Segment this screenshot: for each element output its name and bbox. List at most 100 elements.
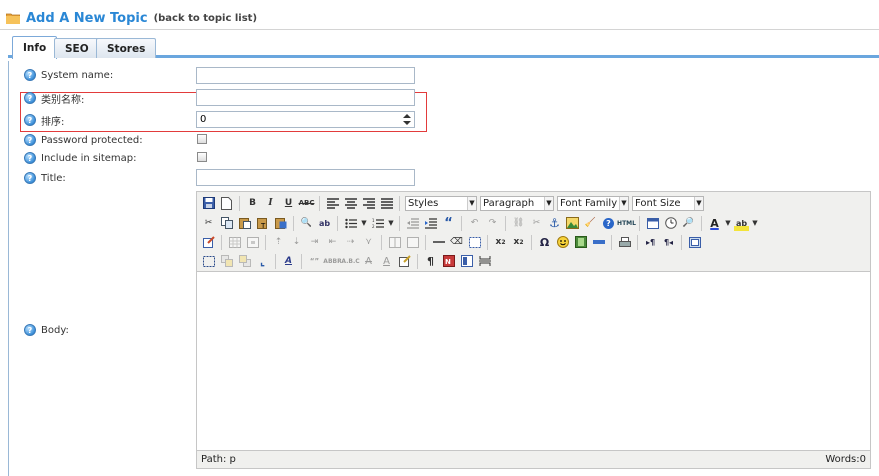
find-replace-icon[interactable]: ab [317,216,332,231]
delete-row-icon[interactable]: ⇥ [307,235,322,250]
merge-cells-icon[interactable] [405,235,420,250]
print-icon[interactable] [617,235,632,250]
align-left-icon[interactable] [325,196,340,211]
align-right-icon[interactable] [361,196,376,211]
delete-col-icon[interactable]: ⋎ [361,235,376,250]
underline-icon[interactable]: U [281,196,296,211]
help-icon[interactable]: ? [601,216,616,231]
tab-info[interactable]: Info [12,36,58,59]
paste-from-word-icon[interactable] [273,216,288,231]
bold-icon[interactable]: B [245,196,260,211]
outdent-icon[interactable] [405,216,420,231]
insert-row-after-icon[interactable]: ⇣ [289,235,304,250]
insert-date-icon[interactable] [645,216,660,231]
link-icon[interactable]: ⛓ [511,216,526,231]
template-icon[interactable] [459,254,474,269]
format-dropdown[interactable]: Paragraph ▼ [480,195,554,211]
deletion-icon[interactable]: A [361,254,376,269]
show-blocks-icon[interactable]: ¶ [423,254,438,269]
chevron-down-icon[interactable]: ▼ [752,216,758,231]
insert-col-after-icon[interactable]: ⇢ [343,235,358,250]
font-family-dropdown[interactable]: Font Family ▼ [557,195,629,211]
bullet-list-icon[interactable] [343,216,358,231]
image-icon[interactable] [565,216,580,231]
move-backward-icon[interactable] [237,254,252,269]
align-center-icon[interactable] [343,196,358,211]
help-icon[interactable]: ? [24,134,36,146]
font-size-dropdown[interactable]: Font Size ▼ [632,195,704,211]
category-name-input[interactable] [196,89,415,106]
help-icon[interactable]: ? [24,172,36,184]
spinner-arrows-icon[interactable] [402,113,412,126]
cell-props-icon[interactable] [245,235,260,250]
attributes-icon[interactable] [397,254,412,269]
visual-aid-icon[interactable] [467,235,482,250]
back-to-topic-list-link[interactable]: (back to topic list) [154,13,257,24]
numbered-list-icon[interactable]: 12 [370,216,385,231]
cut-icon[interactable]: ✂ [201,216,216,231]
html-source-button[interactable]: HTML [617,216,636,231]
split-cells-icon[interactable] [387,235,402,250]
strikethrough-icon[interactable]: ABC [299,196,315,211]
style-props-icon[interactable]: A [281,254,296,269]
chevron-down-icon[interactable]: ▼ [361,216,367,231]
paste-icon[interactable] [237,216,252,231]
system-name-input[interactable] [196,67,415,84]
text-color-icon[interactable]: A [707,216,722,231]
insert-col-before-icon[interactable]: ⇤ [325,235,340,250]
special-char-icon[interactable]: Ω [537,235,552,250]
undo-icon[interactable]: ↶ [467,216,482,231]
tab-stores[interactable]: Stores [96,38,157,58]
find-icon[interactable]: 🔍 [299,216,314,231]
paste-as-text-icon[interactable]: T [255,216,270,231]
insert-row-before-icon[interactable]: ⇡ [271,235,286,250]
help-icon[interactable]: ? [24,92,36,104]
table-props-icon[interactable] [227,235,242,250]
nonbreaking-space-icon[interactable]: N [441,254,456,269]
redo-icon[interactable]: ↷ [485,216,500,231]
absolute-position-icon[interactable]: ⌞ [255,254,270,269]
styles-dropdown[interactable]: Styles ▼ [405,195,477,211]
edit-css-icon[interactable] [201,235,216,250]
save-icon[interactable] [201,196,216,211]
page-break-icon[interactable] [591,235,606,250]
subscript-icon[interactable]: x2 [493,235,508,250]
align-justify-icon[interactable] [379,196,394,211]
sort-order-stepper[interactable]: 0 [196,111,415,128]
acronym-icon[interactable]: A.B.C [341,254,359,269]
abbreviation-icon[interactable]: ABBR [323,254,341,269]
help-icon[interactable]: ? [24,69,36,81]
tab-seo[interactable]: SEO [54,38,100,58]
unlink-icon[interactable]: ✂ [529,216,544,231]
remove-format-icon[interactable]: ⌫ [449,235,464,250]
italic-icon[interactable]: I [263,196,278,211]
anchor-icon[interactable]: ⚓ [547,216,562,231]
copy-icon[interactable] [219,216,234,231]
insert-time-icon[interactable] [663,216,678,231]
media-icon[interactable] [573,235,588,250]
help-icon[interactable]: ? [24,152,36,164]
new-document-icon[interactable] [219,196,234,211]
superscript-icon[interactable]: x2 [511,235,526,250]
ltr-icon[interactable]: ▸¶ [643,235,658,250]
preview-icon[interactable]: 🔎 [681,216,696,231]
password-protected-checkbox[interactable] [197,134,207,144]
blockquote-icon[interactable]: “ [441,216,456,231]
cleanup-icon[interactable]: 🧹 [583,216,598,231]
background-color-icon[interactable]: ab [734,215,749,231]
element-path[interactable]: Path: p [201,454,236,465]
chevron-down-icon[interactable]: ▼ [388,216,394,231]
insertion-icon[interactable]: A [379,254,394,269]
chevron-down-icon[interactable]: ▼ [725,216,731,231]
emoticons-icon[interactable] [555,235,570,250]
fullscreen-icon[interactable] [687,235,702,250]
help-icon[interactable]: ? [24,114,36,126]
cite-icon[interactable]: “” [307,254,322,269]
move-forward-icon[interactable] [219,254,234,269]
indent-icon[interactable] [423,216,438,231]
insert-layer-icon[interactable] [201,254,216,269]
title-input[interactable] [196,169,415,186]
horizontal-rule-icon[interactable] [431,235,446,250]
include-in-sitemap-checkbox[interactable] [197,152,207,162]
rtl-icon[interactable]: ¶◂ [661,235,676,250]
